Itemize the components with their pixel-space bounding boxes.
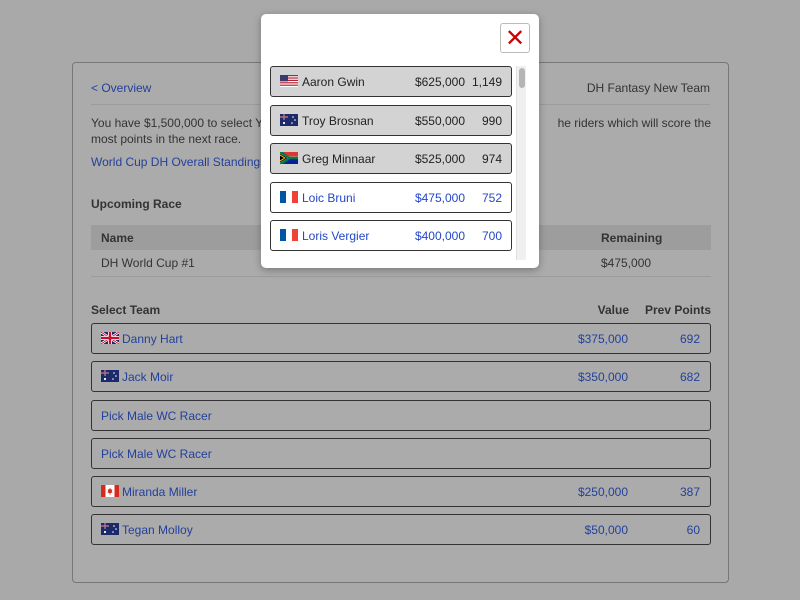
intro-text-left: You have $1,500,000 to select Y bbox=[91, 116, 264, 130]
rider-name: Loic Bruni bbox=[302, 190, 356, 205]
team-slot-points: 692 bbox=[679, 332, 700, 346]
rider-picker-modal: ✕ Aaron Gwin $625,000 1,149 Troy Brosnan $55… bbox=[261, 14, 539, 268]
value-column-header: Value bbox=[597, 303, 629, 317]
rider-option[interactable]: Aaron Gwin $625,000 1,149 bbox=[270, 66, 512, 97]
team-slot-points: 387 bbox=[679, 485, 700, 500]
canada-flag-icon bbox=[101, 485, 119, 498]
rider-price: $400,000 bbox=[414, 229, 465, 243]
rider-name: Loris Vergier bbox=[302, 229, 370, 243]
intro-text-right: he riders which will score the bbox=[557, 116, 711, 130]
team-slot-name: Pick Male WC Racer bbox=[101, 446, 212, 461]
team-slot[interactable]: Pick Male WC Racer bbox=[91, 437, 711, 469]
overview-back-link[interactable]: < Overview bbox=[91, 81, 151, 95]
rider-option[interactable]: Loic Bruni $475,000 752 bbox=[270, 181, 512, 213]
rider-price: $550,000 bbox=[414, 113, 465, 128]
south-africa-flag-icon bbox=[280, 152, 298, 164]
rider-list: Aaron Gwin $625,000 1,149 Troy Brosnan $550,… bbox=[270, 66, 526, 260]
team-slot[interactable]: Jack Moir $350,000 682 bbox=[91, 361, 711, 393]
uk-flag-icon bbox=[101, 332, 119, 344]
select-team-title: Select Team bbox=[91, 303, 161, 317]
rider-option[interactable]: Troy Brosnan $550,000 990 bbox=[270, 104, 512, 136]
team-slot-name: Tegan Molloy bbox=[122, 523, 193, 538]
rider-items: Aaron Gwin $625,000 1,149 Troy Brosnan $550,… bbox=[270, 66, 526, 251]
rider-points: 752 bbox=[481, 190, 502, 205]
team-slot-name: Jack Moir bbox=[122, 370, 174, 385]
rider-points: 1,149 bbox=[471, 75, 502, 89]
australia-flag-icon bbox=[101, 370, 119, 383]
rider-name: Aaron Gwin bbox=[302, 75, 365, 89]
prev-points-column-header: Prev Points bbox=[644, 303, 711, 317]
australia-flag-icon bbox=[101, 523, 119, 536]
rider-name: Greg Minnaar bbox=[302, 152, 376, 166]
team-slot[interactable]: Miranda Miller $250,000 387 bbox=[91, 476, 711, 508]
rider-name: Troy Brosnan bbox=[302, 113, 374, 128]
rider-points: 700 bbox=[481, 229, 502, 243]
team-slot-name: Pick Male WC Racer bbox=[101, 408, 212, 423]
france-flag-icon bbox=[280, 190, 298, 203]
rider-price: $475,000 bbox=[414, 190, 465, 205]
rider-option[interactable]: Greg Minnaar $525,000 974 bbox=[270, 143, 512, 174]
team-slot-value: $350,000 bbox=[577, 370, 628, 385]
rider-price: $625,000 bbox=[414, 75, 465, 89]
team-slot-points: 682 bbox=[679, 370, 700, 385]
usa-flag-icon bbox=[280, 75, 298, 87]
rider-points: 974 bbox=[481, 152, 502, 166]
page-title: DH Fantasy New Team bbox=[586, 81, 710, 95]
team-slot[interactable]: Pick Male WC Racer bbox=[91, 399, 711, 431]
team-header: Select Team Value Prev Points bbox=[91, 303, 711, 319]
rider-price: $525,000 bbox=[414, 152, 465, 166]
team-slot[interactable]: Tegan Molloy $50,000 60 bbox=[91, 514, 711, 546]
team-slot-name: Miranda Miller bbox=[122, 485, 198, 500]
race-remaining-cell: $475,000 bbox=[591, 250, 711, 277]
rider-list-scrollbar[interactable] bbox=[516, 66, 526, 260]
close-icon: ✕ bbox=[504, 24, 526, 52]
rider-option[interactable]: Loris Vergier $400,000 700 bbox=[270, 220, 512, 251]
team-slot-name: Danny Hart bbox=[122, 332, 183, 346]
australia-flag-icon bbox=[280, 113, 298, 126]
team-list: Danny Hart $375,000 692 Jack Moir $350,000 68… bbox=[91, 323, 711, 553]
team-slot-points: 60 bbox=[686, 523, 700, 538]
team-slot-value: $375,000 bbox=[577, 332, 628, 346]
race-remaining-header: Remaining bbox=[591, 225, 711, 250]
close-button[interactable]: ✕ bbox=[500, 23, 530, 53]
team-slot[interactable]: Danny Hart $375,000 692 bbox=[91, 323, 711, 354]
scrollbar-thumb[interactable] bbox=[519, 68, 525, 88]
standings-link[interactable]: World Cup DH Overall Standings bbox=[91, 155, 266, 169]
team-slot-value: $50,000 bbox=[584, 523, 628, 538]
rider-points: 990 bbox=[481, 113, 502, 128]
france-flag-icon bbox=[280, 229, 298, 241]
team-slot-value: $250,000 bbox=[577, 485, 628, 500]
upcoming-race-title: Upcoming Race bbox=[91, 197, 182, 211]
